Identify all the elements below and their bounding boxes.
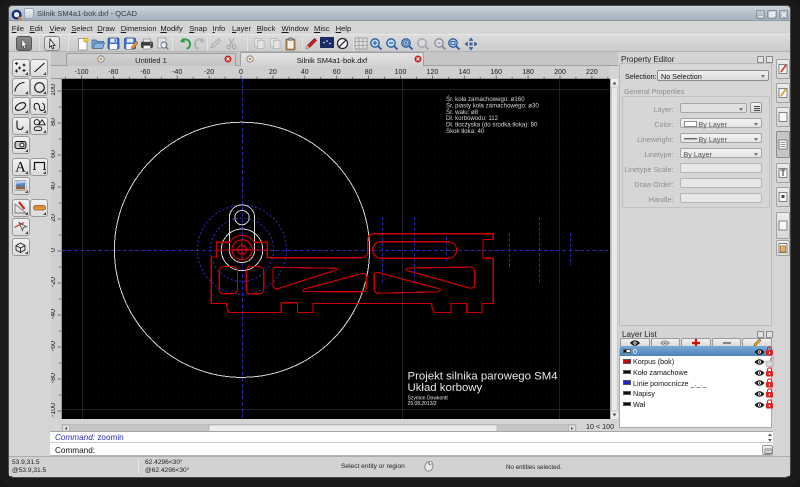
svg-text:100: 100 (51, 84, 57, 96)
svg-text:160: 160 (490, 69, 502, 76)
svg-text:-80: -80 (108, 69, 118, 76)
svg-text:Skok tłoka: 40: Skok tłoka: 40 (446, 128, 485, 135)
svg-text:60: 60 (51, 150, 57, 158)
svg-text:-40: -40 (172, 69, 182, 76)
svg-text:40: 40 (301, 69, 309, 76)
svg-text:100: 100 (395, 69, 407, 76)
svg-text:Układ korbowy: Układ korbowy (408, 382, 483, 394)
svg-text:0: 0 (239, 69, 243, 76)
svg-text:-100: -100 (74, 69, 88, 76)
svg-text:-60: -60 (140, 69, 150, 76)
svg-text:Projekt silnika parowego SM4: Projekt silnika parowego SM4 (408, 371, 558, 383)
svg-text:220: 220 (586, 69, 598, 76)
svg-text:80: 80 (365, 69, 373, 76)
svg-text:20: 20 (51, 214, 57, 222)
svg-text:A: A (15, 160, 26, 175)
svg-text:-60: -60 (51, 341, 57, 351)
svg-text:-80: -80 (51, 373, 57, 383)
svg-text:29.08.2013/2: 29.08.2013/2 (408, 401, 437, 407)
svg-text:-20: -20 (51, 277, 57, 287)
svg-text:-100: -100 (51, 403, 57, 417)
svg-text:-40: -40 (51, 309, 57, 319)
svg-text:140: 140 (458, 69, 470, 76)
svg-text:120: 120 (427, 69, 439, 76)
svg-text:80: 80 (51, 118, 57, 126)
svg-text:40: 40 (51, 182, 57, 190)
svg-text:60: 60 (333, 69, 341, 76)
svg-text:20: 20 (269, 69, 277, 76)
svg-text:200: 200 (554, 69, 566, 76)
svg-text:0: 0 (51, 248, 57, 252)
svg-text:180: 180 (522, 69, 534, 76)
svg-text:-20: -20 (204, 69, 214, 76)
